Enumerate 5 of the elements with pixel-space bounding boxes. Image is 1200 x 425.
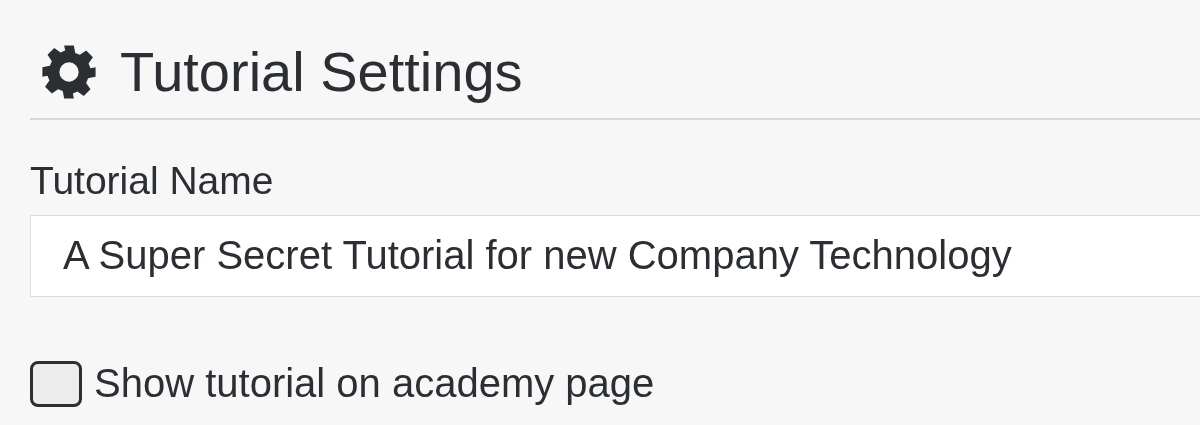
field-label: Tutorial Name: [30, 158, 275, 204]
settings-icon: [40, 43, 98, 101]
checkbox-label: Show tutorial on academy page: [94, 361, 655, 407]
checkbox[interactable]: [30, 360, 82, 407]
tutorial-name-field[interactable]: A Super Secret Tutorial for new Company Technology: [30, 214, 1200, 297]
